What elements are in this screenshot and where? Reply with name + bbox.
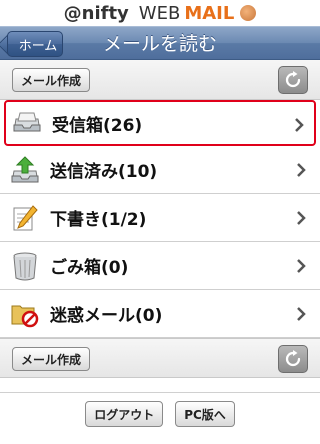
title-bar: ホーム メールを読む bbox=[0, 26, 320, 60]
folder-item-spam[interactable]: 迷惑メール(0) bbox=[0, 290, 320, 338]
chevron-right-icon bbox=[297, 211, 306, 225]
folder-item-inbox[interactable]: 受信箱(26) bbox=[4, 100, 316, 146]
trash-icon bbox=[10, 251, 40, 281]
logo-mail: MAIL bbox=[184, 2, 235, 24]
footer-buttons: ログアウト PC版へ bbox=[0, 401, 320, 427]
folder-label-inbox: 受信箱(26) bbox=[52, 115, 143, 136]
compose-button-top[interactable]: メール作成 bbox=[12, 68, 91, 92]
logo-bar: @nifty WEB MAIL bbox=[0, 0, 320, 26]
home-button-wrap[interactable]: ホーム bbox=[0, 27, 70, 61]
folder-label-trash: ごみ箱(0) bbox=[50, 258, 129, 278]
bottom-toolbar: メール作成 bbox=[0, 338, 320, 378]
logout-button[interactable]: ログアウト bbox=[85, 401, 164, 427]
home-button[interactable]: ホーム bbox=[7, 31, 63, 57]
refresh-button-top[interactable] bbox=[278, 66, 308, 94]
refresh-button-bottom[interactable] bbox=[278, 345, 308, 373]
spam-icon bbox=[10, 299, 40, 329]
folder-label-spam: 迷惑メール(0) bbox=[50, 306, 163, 326]
folder-label-sent: 送信済み(10) bbox=[50, 162, 158, 182]
folder-item-sent[interactable]: 送信済み(10) bbox=[0, 146, 320, 194]
logo-badge-icon bbox=[240, 5, 257, 21]
chevron-right-icon bbox=[297, 163, 306, 177]
draft-icon bbox=[10, 203, 40, 233]
chevron-right-icon bbox=[295, 118, 304, 132]
chevron-right-icon bbox=[297, 307, 306, 321]
logo-web: WEB bbox=[138, 2, 181, 24]
folder-item-drafts[interactable]: 下書き(1/2) bbox=[0, 194, 320, 242]
compose-button-bottom[interactable]: メール作成 bbox=[12, 347, 91, 371]
inbox-icon bbox=[12, 108, 42, 138]
folder-item-trash[interactable]: ごみ箱(0) bbox=[0, 242, 320, 290]
top-toolbar: メール作成 bbox=[0, 60, 320, 100]
pc-version-button[interactable]: PC版へ bbox=[175, 401, 235, 427]
sent-icon bbox=[10, 155, 40, 185]
refresh-icon bbox=[285, 350, 301, 367]
folder-label-drafts: 下書き(1/2) bbox=[50, 210, 147, 230]
footer: ログアウト PC版へ bbox=[0, 392, 320, 444]
logo-nifty: @nifty bbox=[63, 2, 129, 24]
chevron-right-icon bbox=[297, 259, 306, 273]
folder-list: 受信箱(26) 送信済み(10) 下書き(1/2) ごみ箱(0) 迷惑メール(0… bbox=[0, 100, 320, 338]
refresh-icon bbox=[285, 71, 301, 88]
